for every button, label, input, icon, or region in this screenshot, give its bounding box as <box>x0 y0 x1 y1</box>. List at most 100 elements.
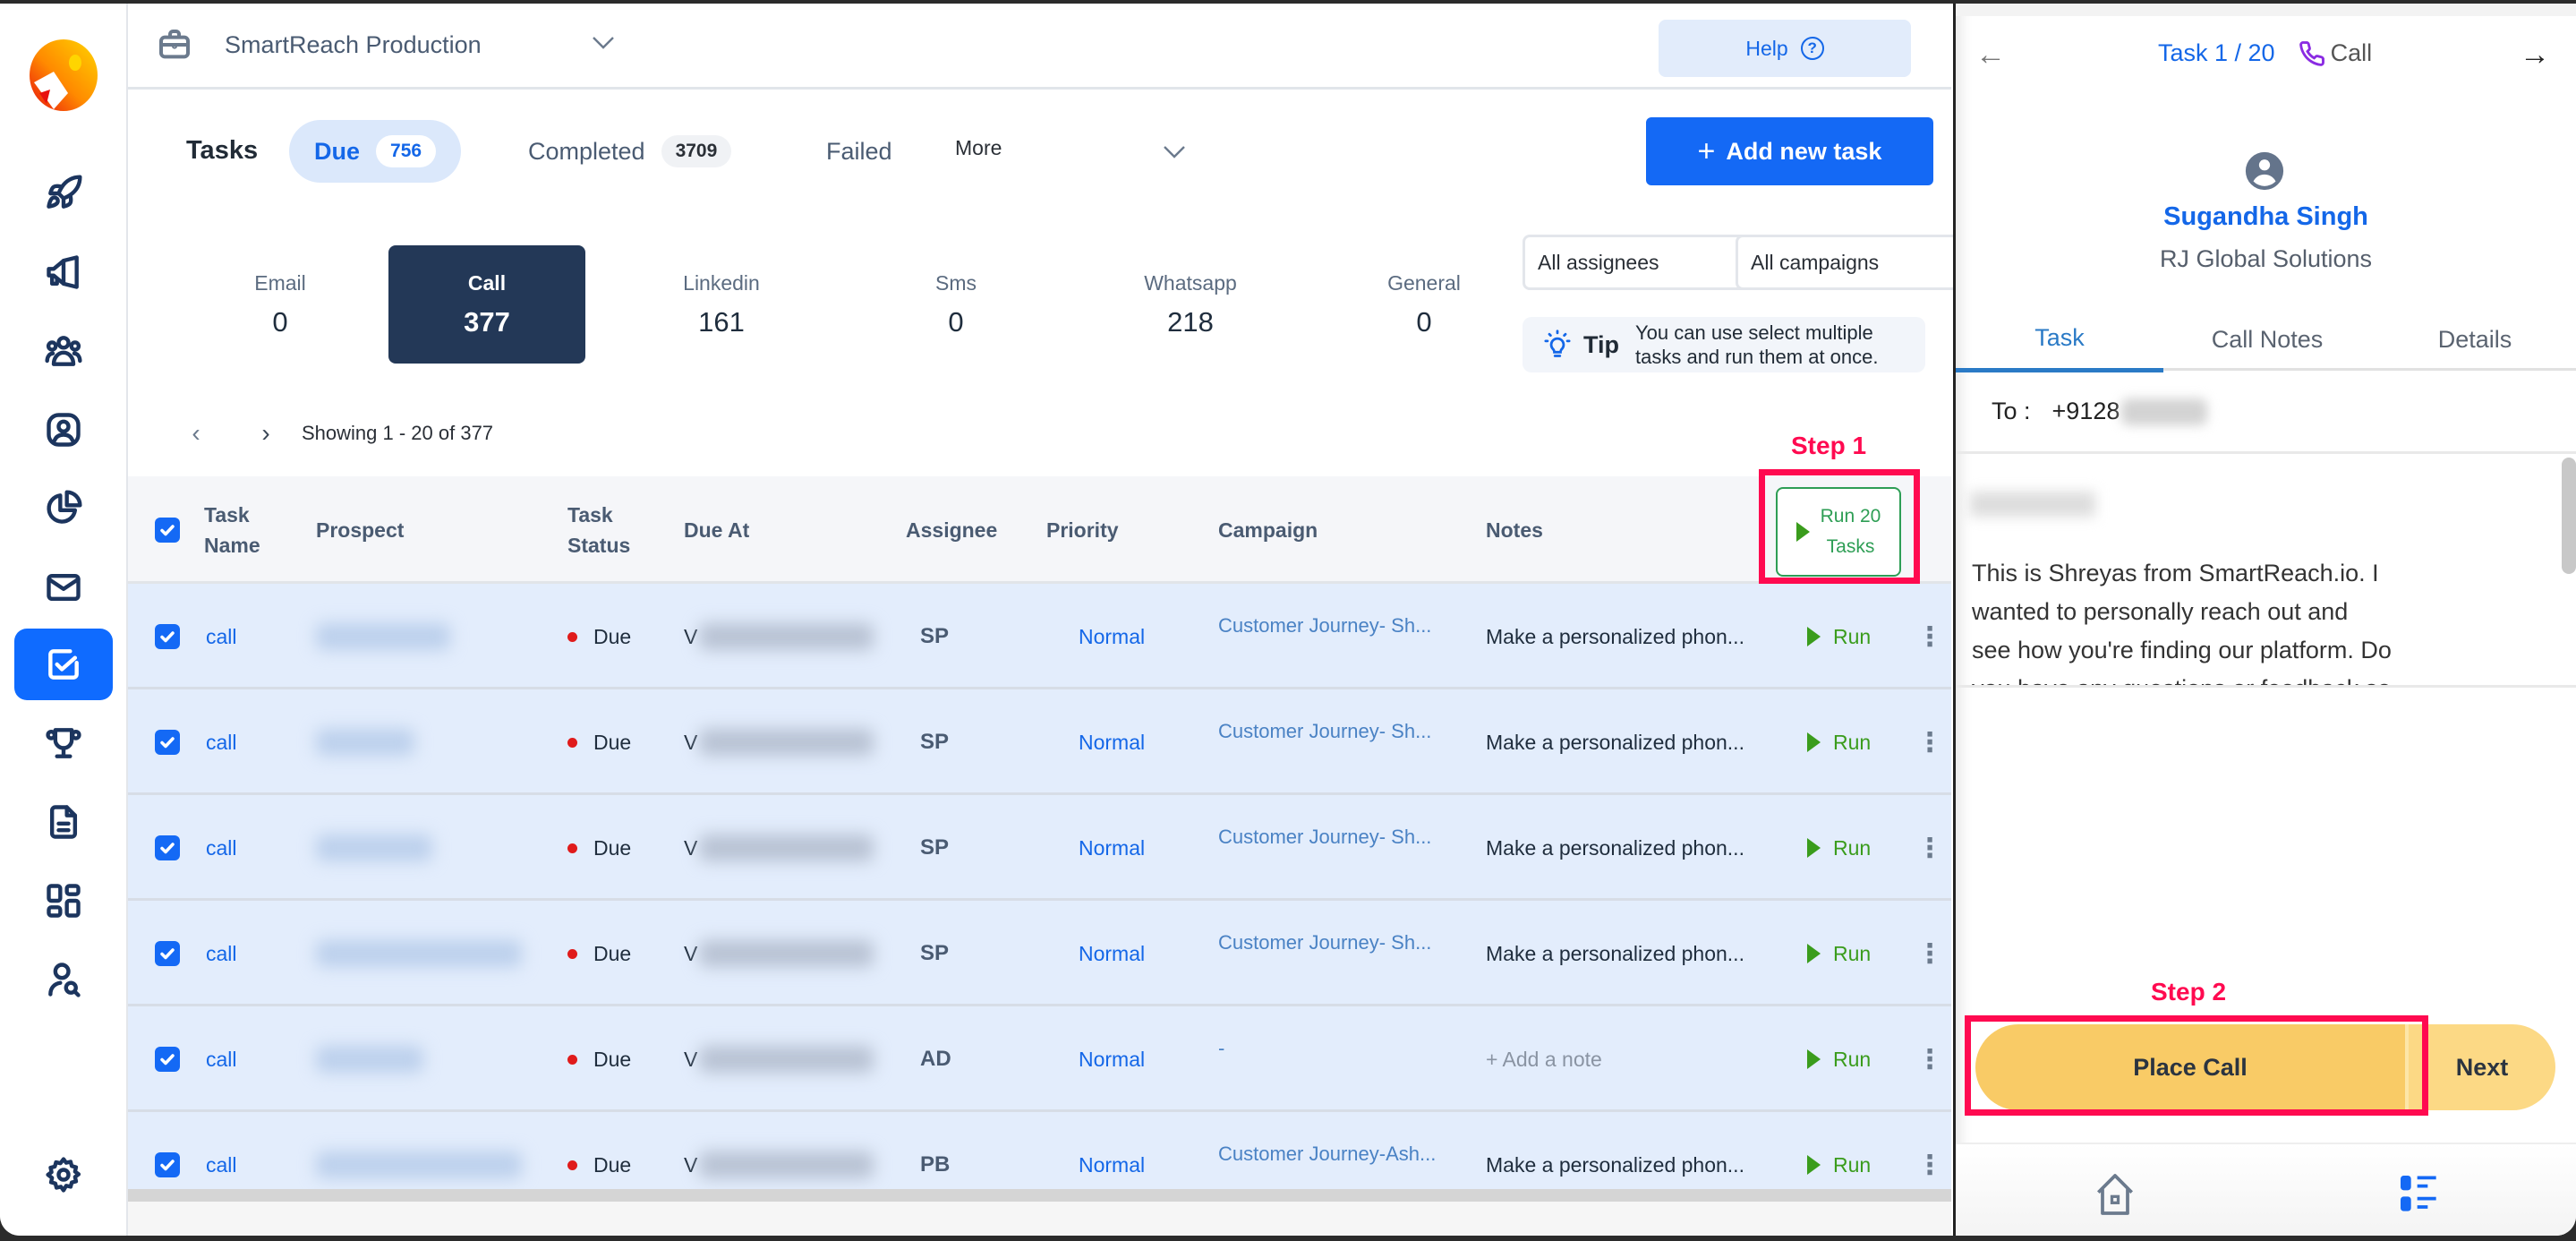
tab-completed[interactable]: Completed 3709 <box>528 120 732 183</box>
task-name-link[interactable]: call <box>206 1048 237 1072</box>
channel-email[interactable]: Email 0 <box>182 245 379 364</box>
sidebar-item-reports[interactable] <box>14 473 113 544</box>
more-options-icon[interactable]: ⋮ <box>1916 1044 1943 1075</box>
prospect-name[interactable]: Sugandha Singh <box>1956 202 2576 232</box>
sidebar-item-templates[interactable] <box>14 786 113 858</box>
prospect-name-redacted[interactable] <box>316 1046 423 1073</box>
prospect-name-redacted[interactable] <box>316 623 450 650</box>
panel-tab-task[interactable]: Task <box>1956 308 2163 372</box>
task-name-link[interactable]: call <box>206 731 237 755</box>
channel-whatsapp[interactable]: Whatsapp 218 <box>1092 245 1289 364</box>
campaign-link[interactable]: Customer Journey- Sh... <box>1218 931 1431 954</box>
call-script-textarea[interactable]: This is Shreyas from SmartReach.io. I wa… <box>1956 451 2576 688</box>
previous-page-button[interactable]: ‹ <box>180 417 212 449</box>
channel-sms[interactable]: Sms 0 <box>857 245 1054 364</box>
panel-tab-call-notes[interactable]: Call Notes <box>2163 308 2371 371</box>
smartreach-logo[interactable] <box>27 38 100 113</box>
next-page-button[interactable]: › <box>250 417 282 449</box>
prospect-name-redacted[interactable] <box>316 834 432 861</box>
more-dropdown[interactable]: More <box>955 136 1188 160</box>
run-task-button[interactable]: Run <box>1807 836 1871 860</box>
table-row[interactable]: call Due V SP Normal Customer Journey- Sh... M… <box>128 795 1951 901</box>
run-all-tasks-button[interactable]: Run 20 Tasks <box>1776 487 1901 577</box>
row-checkbox[interactable] <box>155 1047 180 1072</box>
workspace-selector[interactable]: SmartReach Production <box>157 27 482 63</box>
run-task-button[interactable]: Run <box>1807 731 1871 755</box>
task-name-link[interactable]: call <box>206 836 237 860</box>
script-scrollbar[interactable] <box>2562 458 2576 574</box>
sidebar-item-settings[interactable] <box>14 1139 113 1211</box>
notes-text[interactable]: Make a personalized phon... <box>1486 625 1744 649</box>
sidebar-item-prospects[interactable] <box>14 315 113 387</box>
greeting-redacted <box>1970 492 2095 517</box>
more-options-icon[interactable]: ⋮ <box>1916 727 1943 758</box>
table-row[interactable]: call Due V SP Normal Customer Journey- Sh... M… <box>128 584 1951 689</box>
run-task-button[interactable]: Run <box>1807 625 1871 649</box>
prospect-name-redacted[interactable] <box>316 729 414 756</box>
campaign-link[interactable]: Customer Journey- Sh... <box>1218 720 1431 743</box>
status-text: Due <box>593 1047 632 1071</box>
sidebar-item-home[interactable] <box>14 158 113 229</box>
sidebar-item-inbox[interactable] <box>14 552 113 623</box>
add-new-task-button[interactable]: + Add new task <box>1646 117 1933 185</box>
tab-due[interactable]: Due 756 <box>289 120 462 183</box>
prospect-name-redacted[interactable] <box>316 940 522 967</box>
row-checkbox[interactable] <box>155 941 180 966</box>
row-checkbox[interactable] <box>155 835 180 860</box>
next-task-arrow-icon[interactable]: → <box>2520 38 2550 73</box>
more-options-icon[interactable]: ⋮ <box>1916 1150 1943 1181</box>
run-task-button[interactable]: Run <box>1807 942 1871 966</box>
chevron-down-icon[interactable] <box>592 36 615 50</box>
campaign-filter[interactable]: All campaigns <box>1736 235 1968 290</box>
channel-general[interactable]: General 0 <box>1326 245 1523 364</box>
assignee-initials: AD <box>920 1047 951 1071</box>
task-name-link[interactable]: call <box>206 625 237 649</box>
sidebar-item-campaigns[interactable] <box>14 236 113 308</box>
channel-linkedin[interactable]: Linkedin 161 <box>623 245 820 364</box>
assignee-filter[interactable]: All assignees <box>1523 235 1746 290</box>
status-dot <box>567 948 577 959</box>
next-button[interactable]: Next <box>2405 1024 2555 1110</box>
sidebar-item-tasks[interactable] <box>14 629 113 700</box>
table-row[interactable]: call Due V SP Normal Customer Journey- Sh... M… <box>128 901 1951 1006</box>
notes-text[interactable]: Make a personalized phon... <box>1486 1153 1744 1177</box>
notes-text[interactable]: Make a personalized phon... <box>1486 836 1744 860</box>
pie-chart-icon <box>47 490 82 524</box>
channel-call[interactable]: Call 377 <box>388 245 585 364</box>
assignee-initials: SP <box>920 624 950 648</box>
sidebar-item-accounts[interactable] <box>14 394 113 466</box>
prospect-name-redacted[interactable] <box>316 1151 522 1178</box>
row-select-cell <box>155 1006 180 1112</box>
row-checkbox[interactable] <box>155 730 180 755</box>
previous-task-arrow-icon[interactable]: ← <box>1975 38 2006 73</box>
run-task-button[interactable]: Run <box>1807 1153 1871 1177</box>
more-options-icon[interactable]: ⋮ <box>1916 938 1943 970</box>
task-name-link[interactable]: call <box>206 1153 237 1177</box>
table-row[interactable]: call Due V AD Normal - + Add a note Run ⋮ <box>128 1006 1951 1112</box>
row-checkbox[interactable] <box>155 1152 180 1177</box>
home-icon[interactable] <box>2090 1169 2140 1220</box>
campaign-link[interactable]: Customer Journey-Ash... <box>1218 1143 1436 1166</box>
tab-failed[interactable]: Failed <box>826 120 892 183</box>
sidebar-item-prospect-search[interactable] <box>14 944 113 1015</box>
select-all-checkbox[interactable] <box>155 518 180 543</box>
help-button[interactable]: Help ? <box>1659 20 1911 77</box>
add-note-link[interactable]: + Add a note <box>1486 1048 1602 1072</box>
horizontal-scrollbar[interactable] <box>128 1189 1951 1202</box>
more-options-icon[interactable]: ⋮ <box>1916 621 1943 653</box>
panel-tab-details[interactable]: Details <box>2371 308 2576 371</box>
campaign-link[interactable]: Customer Journey- Sh... <box>1218 614 1431 638</box>
task-list-icon[interactable] <box>2394 1169 2444 1220</box>
notes-text[interactable]: Make a personalized phon... <box>1486 942 1744 966</box>
campaign-link[interactable]: - <box>1218 1037 1224 1060</box>
more-options-icon[interactable]: ⋮ <box>1916 833 1943 864</box>
table-row[interactable]: call Due V SP Normal Customer Journey- Sh... M… <box>128 689 1951 795</box>
sidebar-item-leaderboard[interactable] <box>14 707 113 779</box>
row-checkbox[interactable] <box>155 624 180 649</box>
task-name-link[interactable]: call <box>206 942 237 966</box>
place-call-button[interactable]: Place Call <box>1975 1024 2405 1110</box>
sidebar-item-integrations[interactable] <box>14 865 113 937</box>
campaign-link[interactable]: Customer Journey- Sh... <box>1218 826 1431 849</box>
notes-text[interactable]: Make a personalized phon... <box>1486 731 1744 755</box>
run-task-button[interactable]: Run <box>1807 1048 1871 1072</box>
